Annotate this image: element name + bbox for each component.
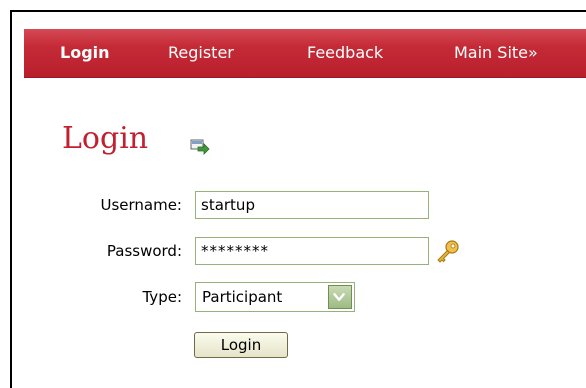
page-title: Login bbox=[62, 121, 149, 156]
login-button[interactable]: Login bbox=[194, 332, 288, 358]
password-label: Password: bbox=[106, 242, 182, 260]
type-select-value: Participant bbox=[202, 288, 283, 306]
nav-main-site[interactable]: Main Site» bbox=[454, 29, 538, 77]
username-label: Username: bbox=[100, 196, 182, 214]
login-arrow-icon bbox=[190, 139, 210, 155]
chevron-down-icon[interactable] bbox=[328, 285, 352, 309]
nav-register[interactable]: Register bbox=[168, 29, 234, 77]
username-input[interactable]: startup bbox=[195, 191, 429, 219]
top-nav-bar: Login Register Feedback Main Site» bbox=[24, 29, 586, 78]
type-select[interactable]: Participant bbox=[195, 282, 355, 312]
nav-login[interactable]: Login bbox=[60, 29, 110, 77]
key-icon bbox=[437, 240, 459, 263]
nav-feedback[interactable]: Feedback bbox=[307, 29, 383, 77]
type-label: Type: bbox=[142, 288, 182, 306]
password-input[interactable]: ******** bbox=[195, 237, 429, 265]
